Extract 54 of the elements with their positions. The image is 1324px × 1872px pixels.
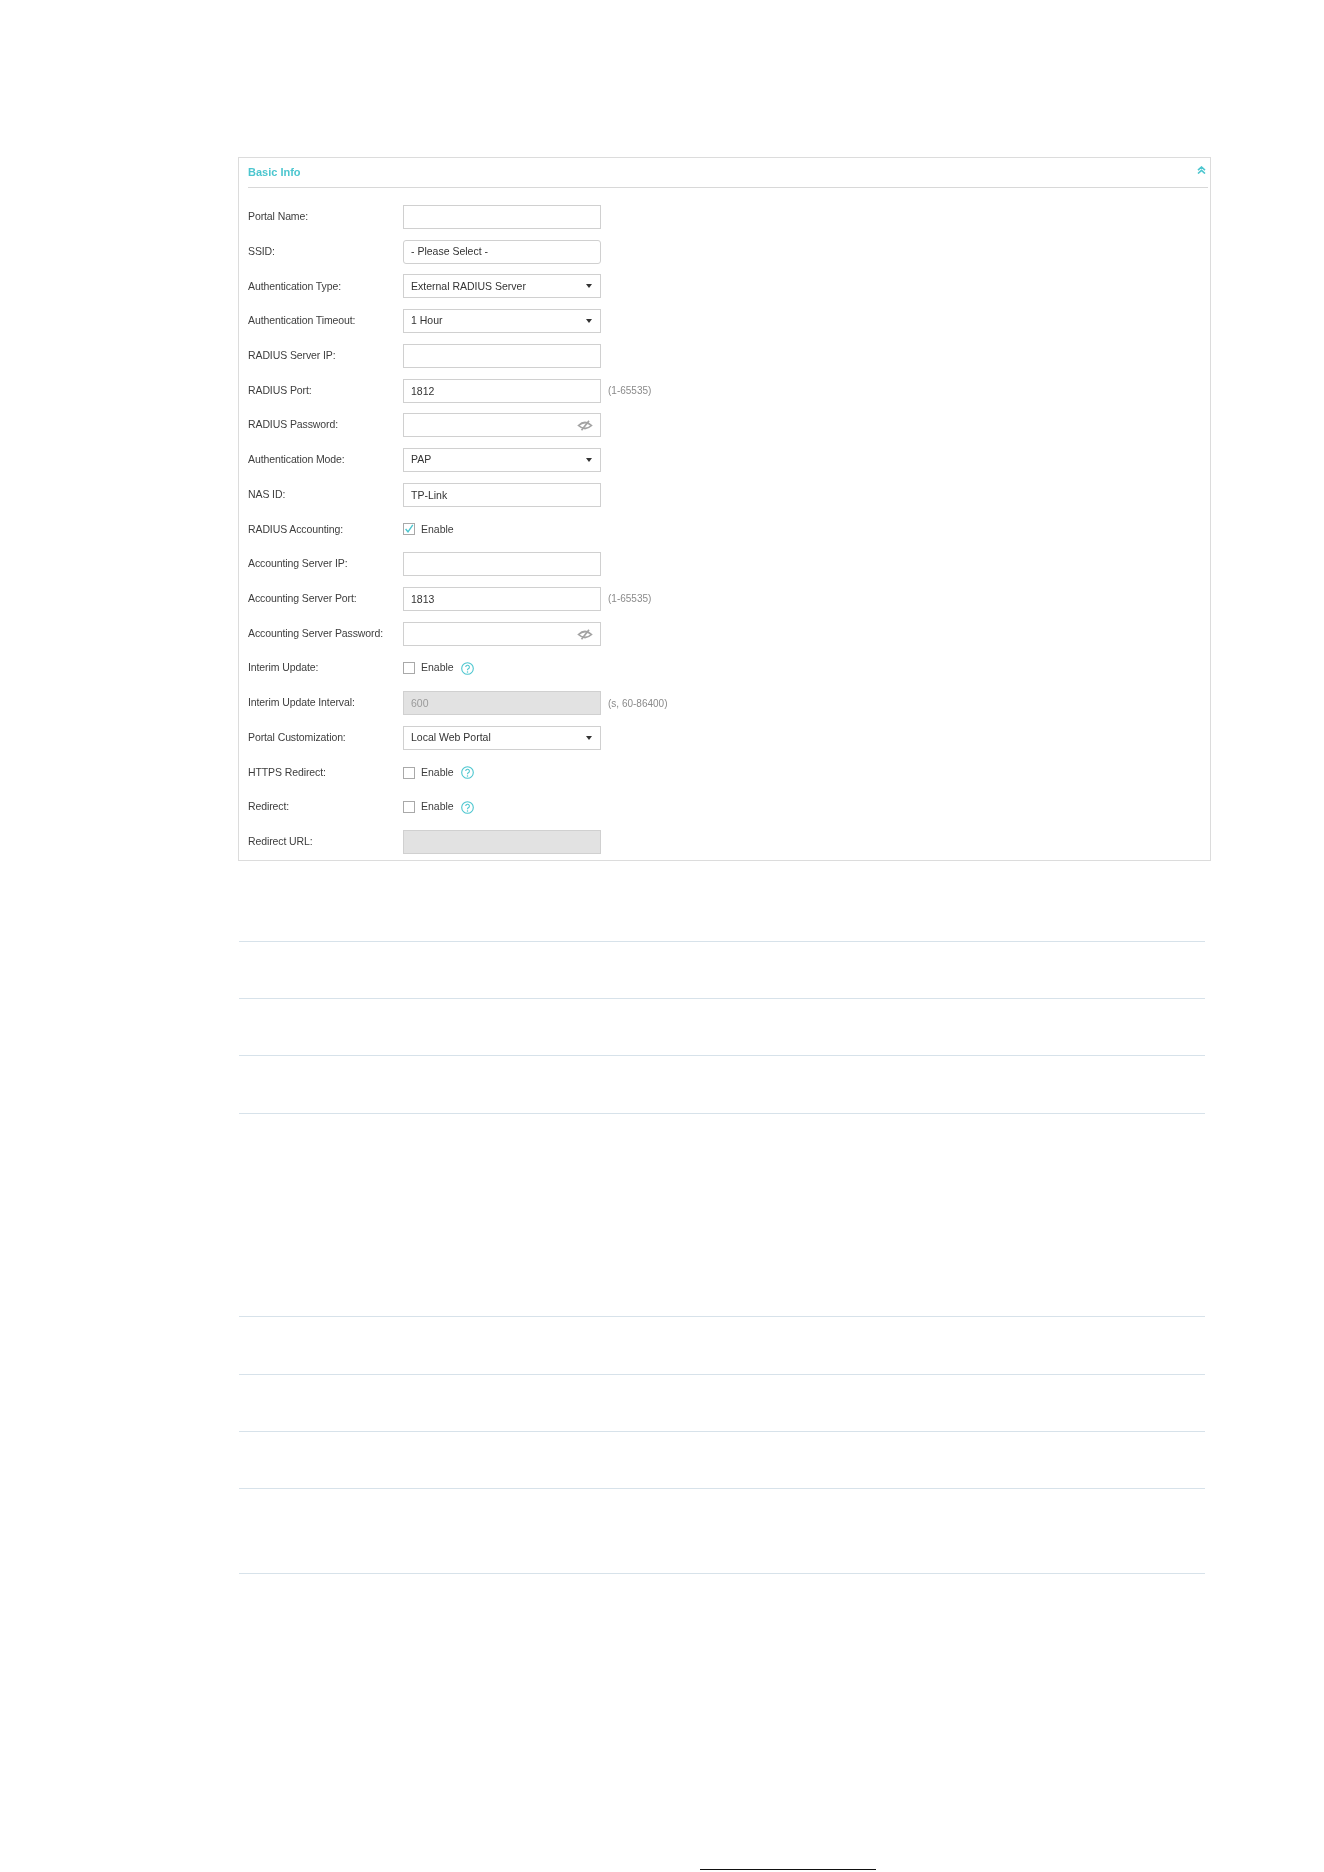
field-label: Authentication Type:	[248, 278, 342, 294]
dropdown[interactable]: Local Web Portal	[403, 725, 601, 750]
checkbox[interactable]	[403, 801, 415, 814]
eye-slash-icon[interactable]	[577, 420, 593, 432]
field-label: RADIUS Port:	[248, 382, 313, 398]
text-field[interactable]	[403, 205, 601, 229]
checkbox-label[interactable]: Enable	[421, 521, 454, 538]
double-chevron-up-icon[interactable]	[1197, 165, 1206, 174]
panel-title: Basic Info	[248, 165, 301, 181]
field-label: SSID:	[248, 243, 276, 259]
field-label: RADIUS Server IP:	[248, 348, 337, 363]
select-field[interactable]: - Please Select -	[403, 239, 601, 264]
field-label: Authentication Mode:	[248, 452, 346, 468]
checkbox[interactable]	[403, 662, 415, 675]
caret-icon	[586, 319, 592, 324]
eye-slash-icon[interactable]	[577, 628, 593, 640]
text-field[interactable]: 1813	[403, 586, 601, 611]
caret-icon	[586, 284, 592, 289]
text-field[interactable]	[403, 552, 601, 577]
field-label: HTTPS Redirect:	[248, 764, 327, 780]
field-label: Portal Customization:	[248, 729, 347, 745]
field-label: Interim Update:	[248, 660, 320, 676]
dropdown[interactable]: External RADIUS Server	[403, 274, 601, 299]
field-label: Accounting Server Password:	[248, 625, 385, 641]
range-hint: (1-65535)	[608, 592, 652, 607]
checkbox[interactable]	[403, 523, 415, 536]
field-label: Portal Name:	[248, 209, 310, 225]
text-field[interactable]: TP-Link	[403, 482, 601, 507]
dropdown[interactable]: 1 Hour	[403, 309, 601, 334]
field-label: Accounting Server Port:	[248, 591, 358, 607]
text-field[interactable]: 1812	[403, 378, 601, 403]
field-label: Redirect URL:	[248, 834, 314, 850]
range-hint: (1-65535)	[608, 384, 652, 399]
range-hint: (s, 60-86400)	[608, 696, 668, 711]
field-label: Authentication Timeout:	[248, 313, 357, 329]
caret-icon	[586, 458, 592, 463]
password-field[interactable]	[403, 413, 601, 438]
checkbox-label[interactable]: Enable	[421, 764, 454, 781]
field-label: Interim Update Interval:	[248, 695, 356, 711]
field-label: RADIUS Password:	[248, 417, 339, 433]
help-icon[interactable]	[460, 661, 474, 675]
caret-icon	[586, 735, 592, 740]
field-label: RADIUS Accounting:	[248, 521, 345, 537]
dropdown[interactable]: PAP	[403, 448, 601, 473]
checkbox-label[interactable]: Enable	[421, 660, 454, 677]
field-label: Accounting Server IP:	[248, 556, 349, 572]
field-label: NAS ID:	[248, 486, 287, 502]
checkbox[interactable]	[403, 766, 415, 779]
checkbox-label[interactable]: Enable	[421, 799, 454, 816]
field-label: Redirect:	[248, 799, 291, 815]
help-icon[interactable]	[460, 766, 474, 779]
text-field[interactable]	[403, 343, 601, 368]
password-field[interactable]	[403, 621, 601, 646]
help-icon[interactable]	[460, 800, 474, 814]
